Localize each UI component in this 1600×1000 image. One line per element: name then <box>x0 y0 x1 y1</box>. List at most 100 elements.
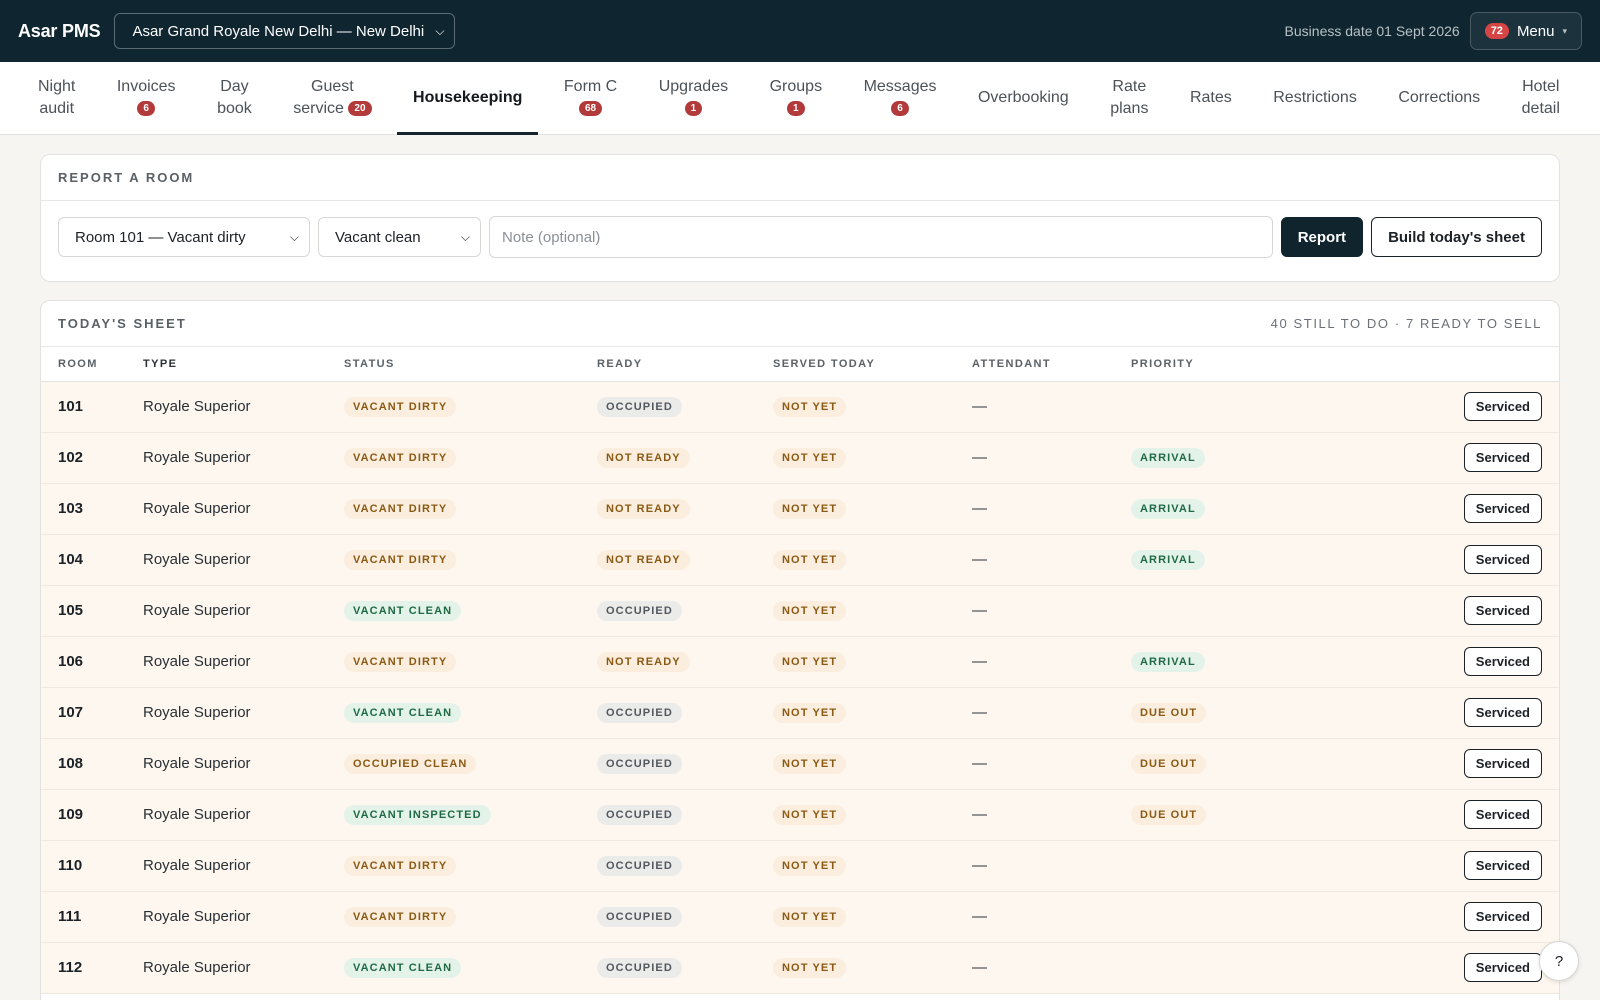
served-badge: NOT YET <box>773 906 847 927</box>
tab-day-book[interactable]: Day book <box>201 62 268 134</box>
serviced-button[interactable]: Serviced <box>1463 494 1542 523</box>
report-room-card: REPORT A ROOM Room 101 — Vacant dirty ⌵ … <box>40 154 1560 282</box>
status-cell: VACANT CLEAN <box>344 687 597 738</box>
room-type: Royale Superior <box>143 449 251 466</box>
help-button[interactable]: ? <box>1539 941 1579 981</box>
tab-groups[interactable]: Groups 1 <box>754 62 838 134</box>
priority-cell: ARRIVAL <box>1131 483 1320 534</box>
tab-count-badge: 6 <box>137 101 155 117</box>
menu-button[interactable]: 72 Menu ▾ <box>1469 12 1582 50</box>
attendant: — <box>972 398 987 415</box>
served-badge: NOT YET <box>773 549 847 570</box>
action-cell: Serviced <box>1320 942 1559 993</box>
served-badge: NOT YET <box>773 600 847 621</box>
ready-badge: NOT READY <box>597 651 690 672</box>
ready-badge: OCCUPIED <box>597 906 682 927</box>
table-row: 105 Royale Superior VACANT CLEAN OCCUPIED NO… <box>41 585 1559 636</box>
room-number: 112 <box>58 959 83 976</box>
build-sheet-button[interactable]: Build today's sheet <box>1371 217 1542 257</box>
serviced-button[interactable]: Serviced <box>1463 851 1542 880</box>
tab-housekeeping[interactable]: Housekeeping <box>397 62 539 135</box>
priority-badge: ARRIVAL <box>1131 498 1205 519</box>
status-select[interactable]: Vacant clean ⌵ <box>318 217 481 257</box>
tab-label-line1: Housekeeping <box>413 89 523 106</box>
priority-badge: DUE OUT <box>1131 753 1207 774</box>
report-button[interactable]: Report <box>1280 217 1364 257</box>
tab-label-line2: book <box>217 100 252 117</box>
serviced-button[interactable]: Serviced <box>1463 647 1542 676</box>
room-number: 105 <box>58 602 84 619</box>
priority-badge: ARRIVAL <box>1131 651 1205 672</box>
ready-cell: OCCUPIED <box>597 789 773 840</box>
room-type: Royale Superior <box>143 653 251 670</box>
status-badge: VACANT DIRTY <box>344 855 457 876</box>
menu-label: Menu <box>1516 22 1555 40</box>
table-row: 112 Royale Superior VACANT CLEAN OCCUPIED NO… <box>41 942 1559 993</box>
tab-rate-plans[interactable]: Rate plans <box>1094 62 1164 134</box>
status-cell: VACANT CLEAN <box>344 942 597 993</box>
status-cell: VACANT DIRTY <box>344 891 597 942</box>
serviced-button[interactable]: Serviced <box>1463 596 1542 625</box>
column-header-actions <box>1319 347 1559 382</box>
serviced-button[interactable]: Serviced <box>1463 953 1542 982</box>
serviced-button[interactable]: Serviced <box>1463 800 1542 829</box>
served-badge: NOT YET <box>773 396 847 417</box>
priority-cell <box>1131 942 1320 993</box>
tab-invoices[interactable]: Invoices 6 <box>101 62 192 134</box>
tab-label-line1: Form C <box>563 78 618 95</box>
ready-badge: NOT READY <box>597 549 690 570</box>
action-cell: Serviced <box>1320 891 1559 942</box>
tab-label-line1: Hotel <box>1522 78 1560 95</box>
tab-label-line1: Groups <box>769 78 823 95</box>
priority-cell <box>1131 891 1320 942</box>
room-number: 109 <box>58 806 84 823</box>
served-badge: NOT YET <box>773 855 847 876</box>
tab-hotel-detail[interactable]: Hotel detail <box>1506 62 1576 134</box>
serviced-button[interactable]: Serviced <box>1463 698 1542 727</box>
room-select[interactable]: Room 101 — Vacant dirty ⌵ <box>58 217 310 257</box>
served-badge: NOT YET <box>773 651 847 672</box>
table-row: 109 Royale Superior VACANT INSPECTED OCCUPI… <box>41 789 1559 840</box>
serviced-button[interactable]: Serviced <box>1463 902 1542 931</box>
tab-label: Rate <box>1112 76 1146 98</box>
ready-badge: OCCUPIED <box>597 600 682 621</box>
ready-cell: NOT READY <box>597 636 773 687</box>
note-input[interactable]: Note (optional) <box>489 216 1273 258</box>
tab-label-line1: Overbooking <box>977 89 1069 106</box>
status-cell: VACANT DIRTY <box>344 381 597 432</box>
tab-guest-service[interactable]: Guest service 20 <box>277 62 387 134</box>
tab-label: Guest <box>311 76 354 98</box>
tab-label: Hotel <box>1522 76 1559 98</box>
action-cell: Serviced <box>1320 483 1559 534</box>
serviced-button[interactable]: Serviced <box>1463 392 1542 421</box>
attendant: — <box>972 704 987 721</box>
serviced-button[interactable]: Serviced <box>1463 443 1542 472</box>
tab-label: Rates <box>1190 87 1232 109</box>
tab-label-line2: service <box>293 100 344 117</box>
attendant: — <box>972 449 987 466</box>
tab-badge-row: 1 <box>684 98 703 120</box>
ready-badge: OCCUPIED <box>597 753 682 774</box>
tab-label-line1: Corrections <box>1398 89 1481 106</box>
tab-upgrades[interactable]: Upgrades 1 <box>643 62 744 134</box>
priority-badge: DUE OUT <box>1131 702 1207 723</box>
table-row: 107 Royale Superior VACANT CLEAN OCCUPIED NO… <box>41 687 1559 738</box>
tab-form-c[interactable]: Form C 68 <box>548 62 633 134</box>
tab-night-audit[interactable]: Night audit <box>22 62 91 134</box>
tab-label-line1: Restrictions <box>1273 89 1357 106</box>
tab-rates[interactable]: Rates <box>1174 62 1248 134</box>
tab-corrections[interactable]: Corrections <box>1382 62 1496 134</box>
serviced-button[interactable]: Serviced <box>1463 749 1542 778</box>
serviced-button[interactable]: Serviced <box>1463 545 1542 574</box>
served-cell: NOT YET <box>773 381 972 432</box>
room-type: Royale Superior <box>143 857 251 874</box>
action-cell: Serviced <box>1320 534 1559 585</box>
tab-restrictions[interactable]: Restrictions <box>1257 62 1373 134</box>
table-row: 104 Royale Superior VACANT DIRTY NOT READY N… <box>41 534 1559 585</box>
table-row: 106 Royale Superior VACANT DIRTY NOT READY N… <box>41 636 1559 687</box>
action-cell: Serviced <box>1320 585 1559 636</box>
tab-overbooking[interactable]: Overbooking <box>962 62 1085 134</box>
action-cell: Serviced <box>1320 687 1559 738</box>
hotel-select[interactable]: Asar Grand Royale New Delhi — New Delhi … <box>114 13 456 49</box>
tab-messages[interactable]: Messages 6 <box>848 62 953 134</box>
